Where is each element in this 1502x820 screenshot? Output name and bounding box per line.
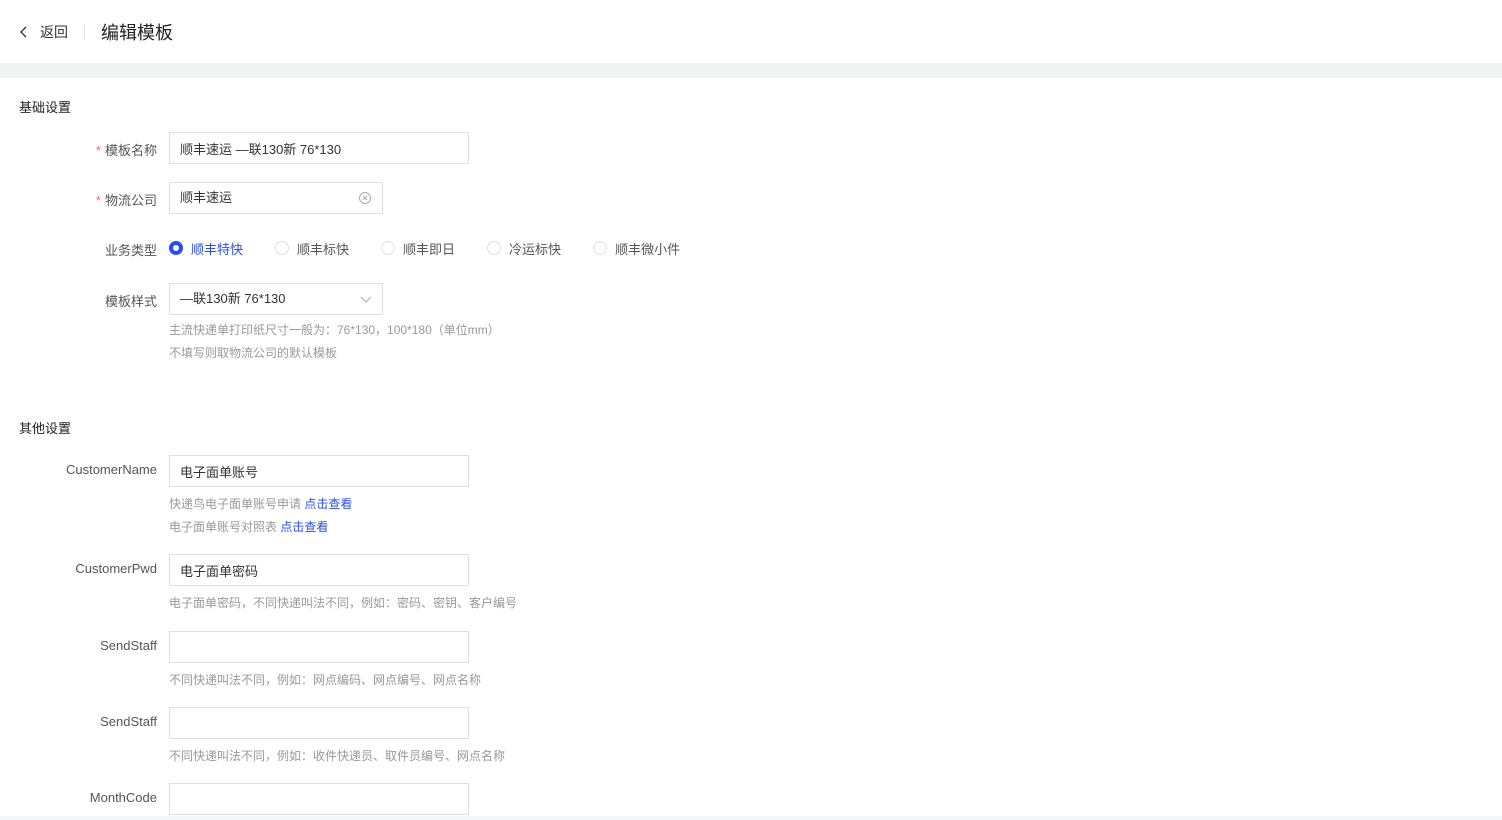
template-name-input[interactable] — [169, 132, 469, 164]
radio-option[interactable]: 冷运标快 — [487, 239, 561, 258]
customer-name-input[interactable] — [169, 455, 469, 487]
section-title-other: 其他设置 — [19, 421, 72, 436]
customer-name-hint: 电子面单账号对照表 点击查看 — [169, 520, 329, 534]
radio-checked-icon — [169, 241, 183, 255]
section-title-basic: 基础设置 — [19, 100, 72, 115]
chevron-left-icon — [20, 26, 27, 37]
template-style-hint: 不填写则取物流公司的默认模板 — [169, 346, 338, 360]
template-style-select[interactable]: —联130新 76*130 — [169, 283, 383, 315]
page-header: 返回 编辑模板 — [0, 0, 1502, 63]
logistics-select[interactable]: 顺丰速运 — [169, 182, 383, 214]
customer-name-label: CustomerName — [65, 462, 157, 477]
radio-icon — [381, 241, 396, 255]
logistics-label: * 物流公司 — [95, 193, 157, 208]
customer-pwd-input[interactable] — [169, 554, 469, 586]
radio-option[interactable]: 顺丰即日 — [381, 239, 455, 258]
back-button[interactable]: 返回 — [20, 22, 68, 42]
chevron-down-icon — [360, 296, 372, 303]
radio-option[interactable]: 顺丰特快 — [169, 239, 243, 258]
customer-pwd-hint: 电子面单密码，不同快递叫法不同，例如：密码、密钥、客户编号 — [169, 596, 518, 610]
back-label: 返回 — [40, 23, 68, 40]
send-staff-label: SendStaff — [100, 714, 157, 729]
radio-option[interactable]: 顺丰标快 — [275, 239, 349, 258]
business-type-radio-group: 顺丰特快 顺丰标快 顺丰即日 冷运标快 顺丰微小件 — [169, 232, 712, 264]
radio-icon — [593, 241, 608, 255]
template-style-label: 模板样式 — [104, 294, 157, 309]
page-title: 编辑模板 — [101, 22, 173, 43]
template-style-value: —联130新 76*130 — [180, 291, 286, 306]
month-code-input[interactable] — [169, 783, 469, 815]
divider-band — [0, 63, 1502, 78]
logistics-value: 顺丰速运 — [180, 190, 233, 205]
template-name-label: * 模板名称 — [95, 143, 157, 158]
send-staff-hint: 不同快递叫法不同，例如：网点编码、网点编号、网点名称 — [169, 673, 482, 687]
send-staff-input[interactable] — [169, 631, 469, 663]
clear-icon[interactable] — [358, 191, 372, 205]
customer-name-hint: 快递鸟电子面单账号申请 点击查看 — [169, 497, 353, 511]
mapping-link[interactable]: 点击查看 — [280, 520, 328, 534]
bottom-edge — [0, 816, 1502, 820]
radio-icon — [275, 241, 290, 255]
radio-icon — [487, 241, 502, 255]
apply-link[interactable]: 点击查看 — [304, 497, 352, 511]
template-style-hint: 主流快递单打印纸尺寸一般为：76*130，100*180（单位mm） — [169, 323, 500, 337]
divider — [84, 23, 85, 40]
send-staff-hint: 不同快递叫法不同，例如：收件快递员、取件员编号、网点名称 — [169, 749, 506, 763]
send-staff-label: SendStaff — [100, 638, 157, 653]
radio-option[interactable]: 顺丰微小件 — [593, 239, 680, 258]
customer-pwd-label: CustomerPwd — [75, 561, 157, 576]
month-code-label: MonthCode — [89, 790, 157, 805]
business-type-label: 业务类型 — [104, 243, 157, 258]
send-staff-input[interactable] — [169, 707, 469, 739]
